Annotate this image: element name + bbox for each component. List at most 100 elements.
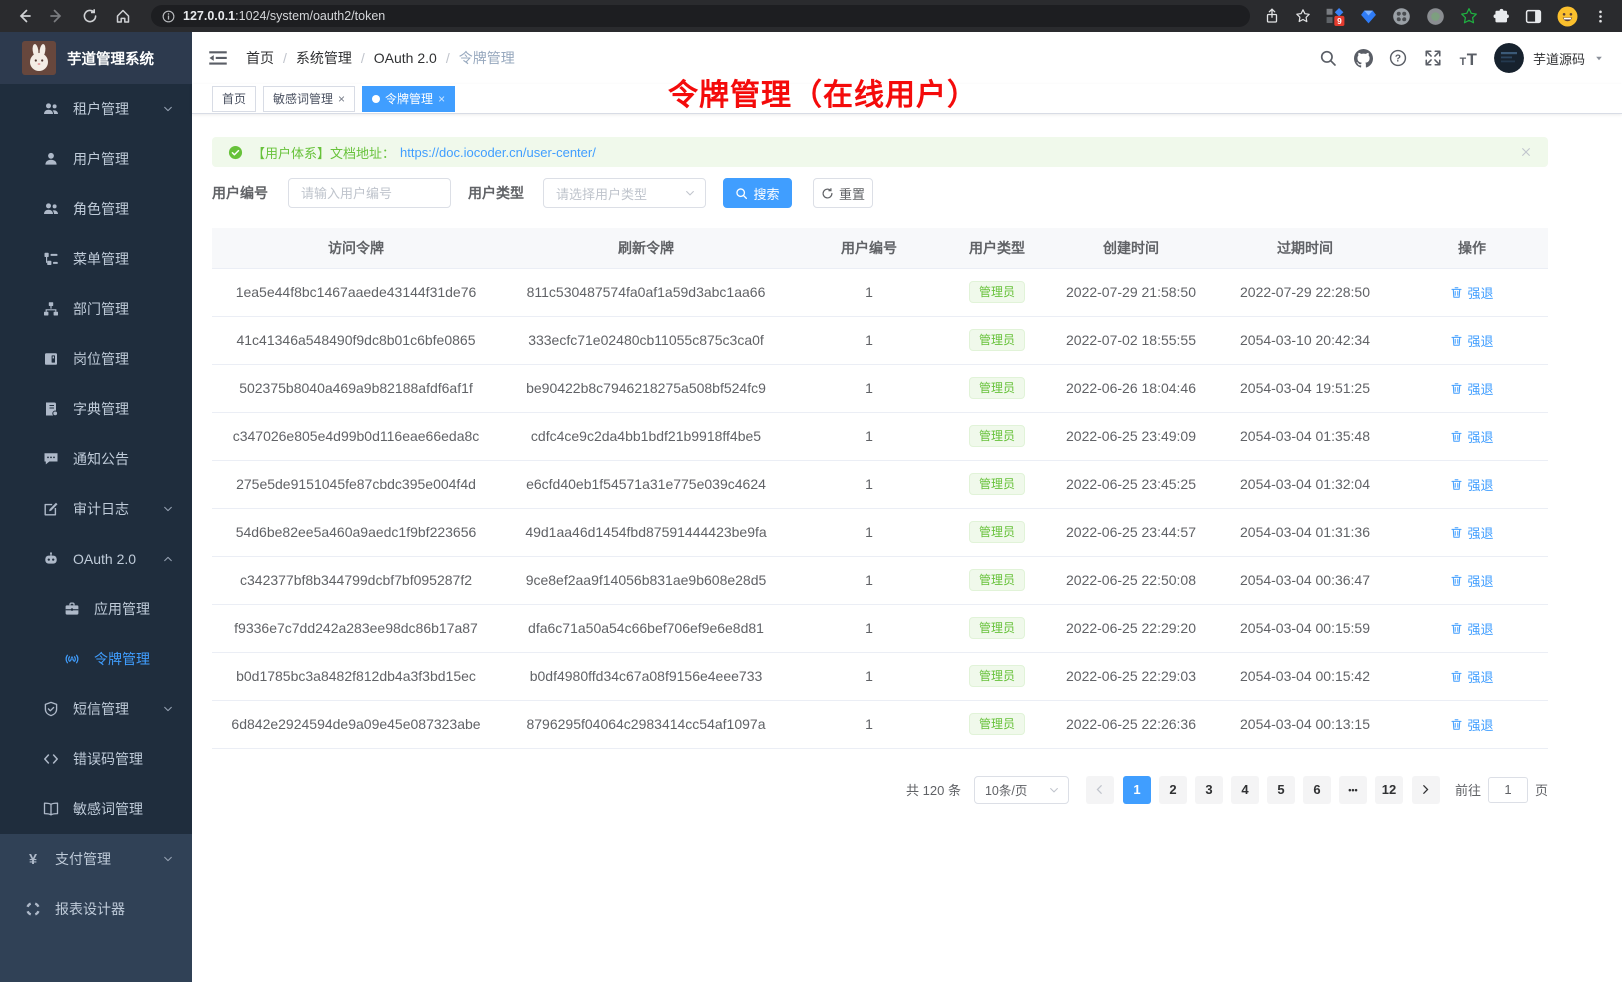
force-logout-button[interactable]: 强退 [1450,427,1493,446]
browser-menu-icon[interactable] [1593,9,1608,24]
sidebar-item-department[interactable]: 部门管理 [0,284,192,334]
browser-home-icon[interactable] [115,8,131,24]
token-icon: A [64,651,80,667]
refresh-token-cell: e6cfd40eb1f54571a31e775e039c4624 [500,460,792,508]
user-avatar[interactable] [1494,43,1524,73]
user-id-input[interactable] [288,178,451,208]
sidebar-item-label: 字典管理 [73,399,129,419]
sidebar-item-label: 角色管理 [73,199,129,219]
browser-chrome: 127.0.0.1:1024/system/oauth2/token 9 [0,0,1622,32]
created-time-cell: 2022-06-25 23:44:57 [1048,508,1214,556]
page-button-3[interactable]: 3 [1195,776,1223,804]
sidebar-item-error-code[interactable]: 错误码管理 [0,734,192,784]
access-token-cell: 6d842e2924594de9a09e45e087323abe [212,700,500,748]
tab-令牌管理[interactable]: 令牌管理× [362,86,455,112]
extension-dot-icon[interactable] [1426,7,1445,26]
force-logout-button[interactable]: 强退 [1450,667,1493,686]
address-bar[interactable]: 127.0.0.1:1024/system/oauth2/token [151,5,1250,27]
extension-tabs-icon[interactable]: 9 [1326,7,1345,26]
sidebar-item-token[interactable]: A令牌管理 [0,634,192,684]
sidebar-item-announcement[interactable]: 通知公告 [0,434,192,484]
force-logout-button[interactable]: 强退 [1450,523,1493,542]
tab-首页[interactable]: 首页 [212,86,256,112]
user-name[interactable]: 芋道源码 [1533,49,1585,68]
user-type-badge: 管理员 [969,617,1025,639]
bookmark-star-icon[interactable] [1295,8,1311,24]
fullscreen-icon[interactable] [1424,49,1442,67]
sidebar-item-role[interactable]: 角色管理 [0,184,192,234]
breadcrumb-item[interactable]: 系统管理 [296,48,352,68]
alert-close-icon[interactable] [1520,146,1532,158]
page-button-2[interactable]: 2 [1159,776,1187,804]
app-logo-header[interactable]: 芋道管理系统 [0,32,192,84]
page-ellipsis[interactable]: ••• [1339,776,1367,804]
action-cell: 强退 [1396,364,1548,412]
font-size-icon[interactable]: TT [1459,49,1477,67]
page-button-5[interactable]: 5 [1267,776,1295,804]
user-type-select[interactable]: 请选择用户类型 [543,178,706,208]
doc-link[interactable]: https://doc.iocoder.cn/user-center/ [400,145,596,160]
sidebar-item-application[interactable]: 应用管理 [0,584,192,634]
caret-down-icon[interactable] [1594,53,1604,63]
user-id-cell: 1 [792,316,946,364]
force-logout-button[interactable]: 强退 [1450,379,1493,398]
prev-page-button[interactable] [1086,776,1114,804]
sidebar-item-post[interactable]: 岗位管理 [0,334,192,384]
sidebar-item-sms[interactable]: 短信管理 [0,684,192,734]
browser-forward-icon[interactable] [49,8,65,24]
github-icon[interactable] [1354,49,1372,67]
page-button-6[interactable]: 6 [1303,776,1331,804]
help-icon[interactable]: ? [1389,49,1407,67]
trash-icon [1450,670,1463,683]
token-table: 访问令牌刷新令牌用户编号用户类型创建时间过期时间操作 1ea5e44f8bc14… [212,228,1548,749]
extension-gem-icon[interactable] [1360,8,1377,25]
reset-button[interactable]: 重置 [813,178,873,208]
table-row: 275e5de9151045fe87cbdc395e004f4de6cfd40e… [212,460,1548,508]
search-icon[interactable] [1319,49,1337,67]
sidebar-item-oauth[interactable]: OAuth 2.0 [0,534,192,584]
next-page-button[interactable] [1412,776,1440,804]
extensions-puzzle-icon[interactable] [1493,8,1510,25]
tab-敏感词管理[interactable]: 敏感词管理× [263,86,355,112]
force-logout-button[interactable]: 强退 [1450,283,1493,302]
sidebar-item-report-designer[interactable]: 报表设计器 [0,884,192,934]
page-button-4[interactable]: 4 [1231,776,1259,804]
browser-reload-icon[interactable] [82,8,98,24]
force-logout-button[interactable]: 强退 [1450,571,1493,590]
search-button[interactable]: 搜索 [723,178,792,208]
sidebar-toggle-icon[interactable] [208,48,228,68]
tab-close-icon[interactable]: × [438,93,445,105]
sidebar-item-audit-log[interactable]: 审计日志 [0,484,192,534]
breadcrumb-item[interactable]: 首页 [246,48,274,68]
extension-command-icon[interactable] [1392,7,1411,26]
page-size-select[interactable]: 10条/页 [974,776,1069,804]
force-logout-button[interactable]: 强退 [1450,715,1493,734]
profile-avatar-icon[interactable] [1557,6,1578,27]
sidebar-item-sensitive-word[interactable]: 敏感词管理 [0,784,192,834]
magnifier-icon [735,187,748,200]
error-code-icon [43,751,59,767]
force-logout-button[interactable]: 强退 [1450,475,1493,494]
browser-back-icon[interactable] [16,8,32,24]
force-logout-button[interactable]: 强退 [1450,331,1493,350]
sidebar-item-tenant[interactable]: 租户管理 [0,84,192,134]
search-form: 用户编号 用户类型 请选择用户类型 搜索 重置 [212,178,1548,208]
breadcrumb-item[interactable]: OAuth 2.0 [374,50,437,66]
share-icon[interactable] [1264,8,1280,24]
sidebar-item-menu-tree[interactable]: 菜单管理 [0,234,192,284]
tab-close-icon[interactable]: × [338,93,345,105]
force-logout-button[interactable]: 强退 [1450,619,1493,638]
site-info-icon[interactable] [162,10,175,23]
expire-time-cell: 2054-03-04 00:15:59 [1214,604,1396,652]
sidebar-item-payment[interactable]: ¥支付管理 [0,834,192,884]
table-row: 6d842e2924594de9a09e45e087323abe8796295f… [212,700,1548,748]
extension-star-icon[interactable] [1460,7,1478,25]
goto-page-input[interactable] [1488,777,1528,803]
sidebar-item-user[interactable]: 用户管理 [0,134,192,184]
access-token-cell: 275e5de9151045fe87cbdc395e004f4d [212,460,500,508]
page-button-1[interactable]: 1 [1123,776,1151,804]
sidebar-item-dictionary[interactable]: 字典管理 [0,384,192,434]
page-button-12[interactable]: 12 [1375,776,1403,804]
side-panel-icon[interactable] [1525,8,1542,25]
annotation-text: 令牌管理（在线用户） [668,70,978,114]
